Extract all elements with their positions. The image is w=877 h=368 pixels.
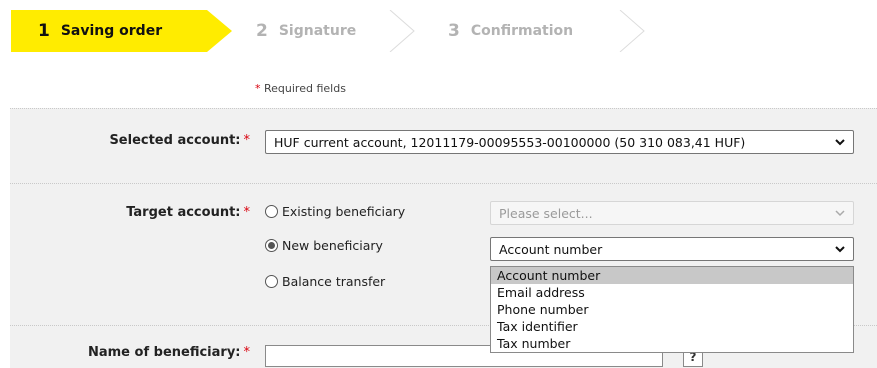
- radio-balance-transfer[interactable]: Balance transfer: [265, 274, 385, 289]
- required-star: *: [243, 133, 251, 148]
- identifier-type-select[interactable]: Account number: [490, 237, 854, 261]
- chevron-divider-icon: [389, 10, 415, 52]
- dropdown-option-account-number[interactable]: Account number: [491, 267, 853, 284]
- step-confirmation: 3 Confirmation: [448, 10, 573, 52]
- existing-beneficiary-select[interactable]: Please select...: [490, 201, 854, 225]
- dropdown-option-email-address[interactable]: Email address: [491, 284, 853, 301]
- step-number: 1: [38, 21, 50, 41]
- step-label: Signature: [278, 23, 357, 39]
- chevron-down-icon: [835, 210, 845, 217]
- radio-button[interactable]: [265, 205, 278, 218]
- step-number: 2: [256, 21, 268, 41]
- selected-account-value: HUF current account, 12011179-00095553-0…: [274, 134, 746, 150]
- required-fields-note: * Required fields: [255, 82, 346, 95]
- target-account-label-text: Target account:: [126, 205, 241, 220]
- required-star: *: [243, 345, 251, 360]
- required-fields-text: Required fields: [264, 82, 346, 95]
- chevron-down-icon: [835, 139, 845, 146]
- required-star: *: [243, 205, 251, 220]
- dropdown-option-tax-identifier[interactable]: Tax identifier: [491, 318, 853, 335]
- chevron-divider-icon: [619, 10, 645, 52]
- step-saving-order: 1 Saving order: [11, 10, 232, 52]
- chevron-down-icon: [835, 246, 845, 253]
- radio-button[interactable]: [265, 239, 278, 252]
- existing-beneficiary-placeholder: Please select...: [499, 205, 593, 221]
- radio-existing-beneficiary[interactable]: Existing beneficiary: [265, 204, 405, 219]
- selected-account-select[interactable]: HUF current account, 12011179-00095553-0…: [265, 130, 854, 154]
- target-account-label: Target account: *: [126, 205, 250, 220]
- radio-label: New beneficiary: [282, 238, 383, 253]
- identifier-type-dropdown-list: Account number Email address Phone numbe…: [490, 266, 854, 353]
- required-star: *: [255, 82, 261, 95]
- radio-label: Balance transfer: [282, 274, 386, 289]
- radio-label: Existing beneficiary: [282, 204, 406, 219]
- selected-account-label: Selected account: *: [109, 133, 250, 148]
- identifier-type-value: Account number: [499, 241, 603, 257]
- beneficiary-name-label-text: Name of beneficiary:: [87, 345, 241, 360]
- step-label: Confirmation: [470, 23, 574, 39]
- radio-button[interactable]: [265, 275, 278, 288]
- divider: [10, 183, 877, 184]
- progress-stepper: 1 Saving order 2 Signature 3 Confirmatio…: [0, 0, 877, 64]
- selected-account-label-text: Selected account:: [109, 133, 241, 148]
- beneficiary-name-label: Name of beneficiary: *: [88, 345, 250, 360]
- step-label: Saving order: [60, 23, 163, 39]
- radio-new-beneficiary[interactable]: New beneficiary: [265, 238, 383, 253]
- dropdown-option-phone-number[interactable]: Phone number: [491, 301, 853, 318]
- dropdown-option-tax-number[interactable]: Tax number: [491, 335, 853, 352]
- step-signature: 2 Signature: [256, 10, 356, 52]
- step-number: 3: [448, 21, 460, 41]
